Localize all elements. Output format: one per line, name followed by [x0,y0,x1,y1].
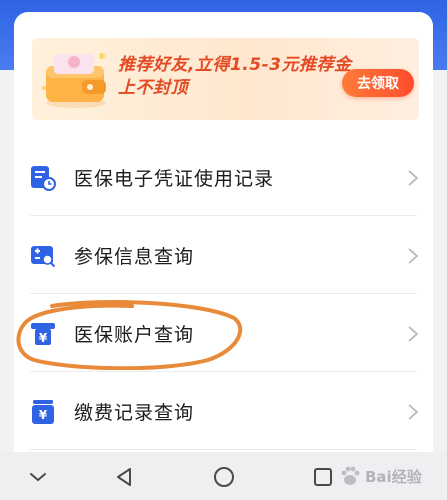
record-clock-icon [31,166,56,191]
wallet-icon [42,53,106,108]
list-item-label: 医保账户查询 [74,324,195,346]
claim-button[interactable]: 去领取 [342,69,414,97]
service-card: 推荐好友,立得1.5-3元推荐金 上不封顶 去领取 医保电子凭证使用记录 参保信… [14,12,433,452]
baidu-paw-icon [341,466,360,485]
referral-banner[interactable]: 推荐好友,立得1.5-3元推荐金 上不封顶 去领取 [32,38,419,120]
list-item-insurance-info[interactable]: 参保信息查询 [14,216,433,294]
home-circle-icon[interactable] [211,464,237,490]
svg-text:¥: ¥ [39,408,48,422]
recents-square-icon[interactable] [310,464,336,490]
chevron-right-icon [408,404,419,420]
yuan-payment-icon: ¥ [32,400,54,424]
chevron-right-icon [408,248,419,264]
hide-chevron-icon[interactable] [25,464,51,490]
list-item-e-voucher-records[interactable]: 医保电子凭证使用记录 [14,138,433,216]
watermark: Bai经验 [338,458,438,494]
banner-text-line1: 推荐好友,立得1.5-3元推荐金 [118,55,352,75]
list-item-label: 参保信息查询 [74,246,195,268]
service-list: 医保电子凭证使用记录 参保信息查询 ¥ 医保账户查询 ¥ 缴费记录查询 [14,138,433,450]
list-item-label: 医保电子凭证使用记录 [74,168,275,190]
banner-text: 推荐好友,立得1.5-3元推荐金 上不封顶 [118,54,358,100]
list-item-account-query[interactable]: ¥ 医保账户查询 [14,294,433,372]
banner-text-line2: 上不封顶 [118,78,188,98]
chevron-right-icon [408,170,419,186]
yuan-account-icon: ¥ [31,323,55,345]
list-item-label: 缴费记录查询 [74,402,195,424]
back-triangle-icon[interactable] [111,464,137,490]
chevron-right-icon [408,326,419,342]
list-item-payment-records[interactable]: ¥ 缴费记录查询 [14,372,433,450]
svg-text:¥: ¥ [39,331,48,345]
watermark-text: Bai经验 [365,467,422,486]
insurance-search-icon [31,246,56,268]
